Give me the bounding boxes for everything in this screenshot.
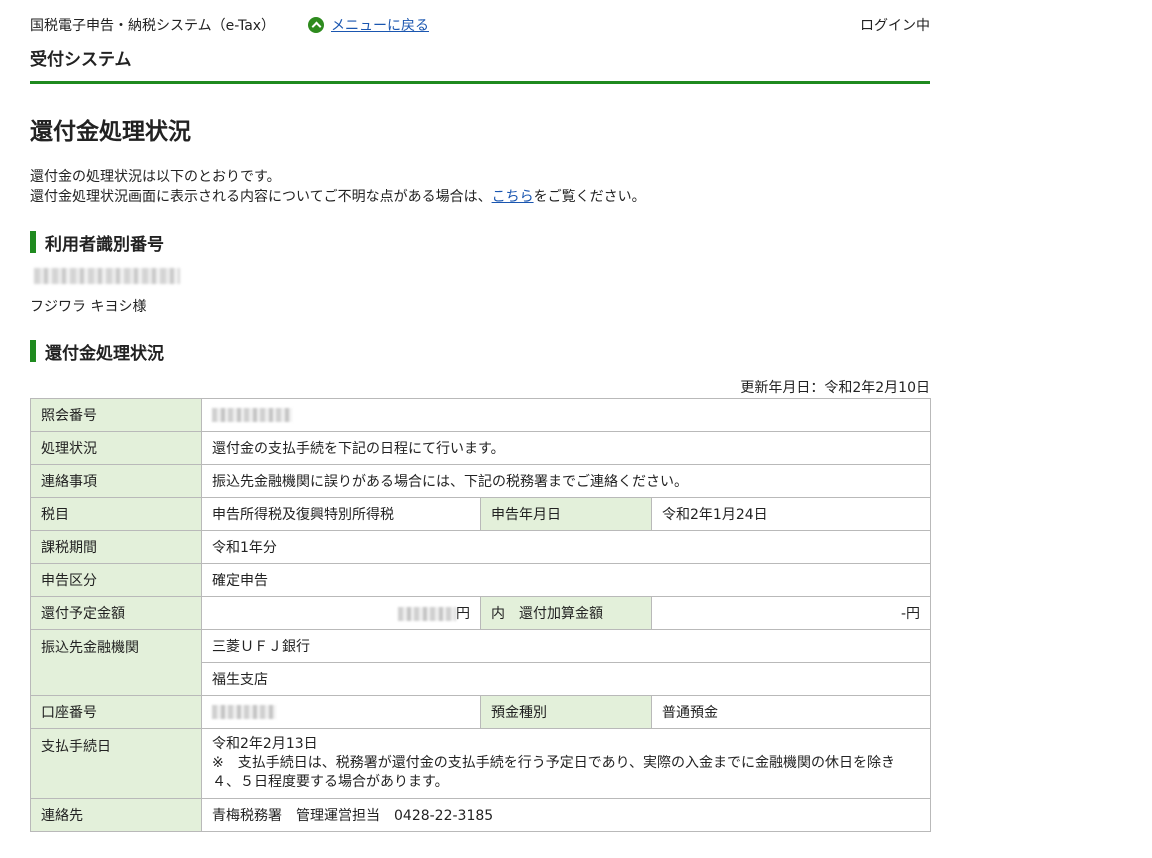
- table-row: 振込先金融機関 三菱ＵＦＪ銀行: [30, 629, 932, 696]
- login-status: ログイン中: [860, 18, 930, 34]
- bank-name: 三菱ＵＦＪ銀行: [200, 629, 932, 663]
- table-row: 支払手続日 令和2年2月13日 ※ 支払手続日は、税務署が還付金の支払手続を行う…: [30, 728, 932, 799]
- user-id-value-redacted: [34, 268, 180, 284]
- status-label: 処理状況: [30, 431, 202, 465]
- status-value: 還付金の支払手続を下記の日程にて行います。: [200, 431, 932, 465]
- branch-name: 福生支店: [200, 662, 932, 696]
- addition-value: -円: [650, 596, 932, 630]
- intro-text: 還付金の処理状況は以下のとおりです。 還付金処理状況画面に表示される内容について…: [30, 167, 646, 207]
- tax-item-label: 税目: [30, 497, 202, 531]
- filing-type-value: 確定申告: [200, 563, 932, 597]
- chevron-up-circle-icon: [308, 17, 324, 33]
- payment-note: ※ 支払手続日は、税務署が還付金の支払手続を行う予定日であり、実際の入金までに金…: [212, 755, 896, 790]
- contact-note-value: 振込先金融機関に誤りがある場合には、下記の税務署までご連絡ください。: [200, 464, 932, 498]
- contact-value: 青梅税務署 管理運営担当 0428-22-3185: [200, 798, 932, 832]
- period-label: 課税期間: [30, 530, 202, 564]
- table-row: 連絡先 青梅税務署 管理運営担当 0428-22-3185: [30, 798, 932, 832]
- back-to-menu-link[interactable]: メニューに戻る: [308, 15, 429, 35]
- table-row: 課税期間 令和1年分: [30, 530, 932, 564]
- page-container: 国税電子申告・納税システム（e-Tax） メニューに戻る ログイン中 受付システ…: [30, 0, 932, 832]
- refund-status-table: 照会番号 処理状況 還付金の支払手続を下記の日程にて行います。 連絡事項 振込先…: [30, 398, 932, 832]
- refund-amount-value: 円: [201, 596, 481, 630]
- account-no-label: 口座番号: [30, 695, 202, 729]
- user-id-heading-text: 利用者識別番号: [45, 234, 164, 255]
- filing-type-label: 申告区分: [30, 563, 202, 597]
- yen-unit: 円: [456, 606, 470, 622]
- table-row: 税目 申告所得税及復興特別所得税 申告年月日 令和2年1月24日: [30, 497, 932, 531]
- payment-date-cell: 令和2年2月13日 ※ 支払手続日は、税務署が還付金の支払手続を行う予定日であり…: [200, 728, 932, 799]
- top-bar: 国税電子申告・納税システム（e-Tax） メニューに戻る ログイン中: [30, 0, 930, 40]
- table-row: 申告区分 確定申告: [30, 563, 932, 597]
- inquiry-no-value: [200, 398, 932, 432]
- page-title: 還付金処理状況: [30, 119, 191, 145]
- period-value: 令和1年分: [200, 530, 932, 564]
- addition-label: 内 還付加算金額: [480, 596, 652, 630]
- user-id-heading: 利用者識別番号: [30, 231, 164, 255]
- subsystem-title: 受付システム: [30, 50, 132, 70]
- inquiry-no-redacted: [212, 408, 292, 422]
- contact-label: 連絡先: [30, 798, 202, 832]
- heading-bar: [30, 231, 36, 253]
- contact-note-label: 連絡事項: [30, 464, 202, 498]
- filing-date-label: 申告年月日: [480, 497, 652, 531]
- refund-status-heading-text: 還付金処理状況: [45, 343, 164, 364]
- refund-amount-label: 還付予定金額: [30, 596, 202, 630]
- deposit-type-label: 預金種別: [480, 695, 652, 729]
- payment-date-label: 支払手続日: [30, 728, 202, 799]
- payment-date-value: 令和2年2月13日: [212, 736, 318, 752]
- inquiry-no-label: 照会番号: [30, 398, 202, 432]
- heading-bar: [30, 340, 36, 362]
- updated-date: 更新年月日：令和2年2月10日: [740, 380, 930, 396]
- table-row: 還付予定金額 円 内 還付加算金額 -円: [30, 596, 932, 630]
- table-row: 処理状況 還付金の支払手続を下記の日程にて行います。: [30, 431, 932, 465]
- intro-line-2-post: をご覧ください。: [533, 189, 646, 205]
- intro-line-2-pre: 還付金処理状況画面に表示される内容についてご不明な点がある場合は、: [30, 189, 492, 205]
- account-no-value: [201, 695, 481, 729]
- intro-line-2: 還付金処理状況画面に表示される内容についてご不明な点がある場合は、こちらをご覧く…: [30, 187, 646, 207]
- account-no-redacted: [212, 705, 276, 719]
- bank-label: 振込先金融機関: [30, 629, 202, 696]
- refund-status-heading: 還付金処理状況: [30, 340, 164, 364]
- intro-line-1: 還付金の処理状況は以下のとおりです。: [30, 169, 281, 185]
- deposit-type-value: 普通預金: [650, 695, 932, 729]
- header-divider: [30, 81, 930, 84]
- user-name: フジワラ キヨシ様: [30, 299, 147, 315]
- system-name: 国税電子申告・納税システム（e-Tax）: [30, 18, 276, 34]
- tax-item-value: 申告所得税及復興特別所得税: [201, 497, 481, 531]
- table-row: 連絡事項 振込先金融機関に誤りがある場合には、下記の税務署までご連絡ください。: [30, 464, 932, 498]
- table-row: 照会番号: [30, 398, 932, 432]
- table-row: 口座番号 預金種別 普通預金: [30, 695, 932, 729]
- refund-amount-redacted: [398, 607, 456, 621]
- help-link[interactable]: こちら: [492, 189, 534, 205]
- back-to-menu-label[interactable]: メニューに戻る: [331, 15, 429, 35]
- filing-date-value: 令和2年1月24日: [650, 497, 932, 531]
